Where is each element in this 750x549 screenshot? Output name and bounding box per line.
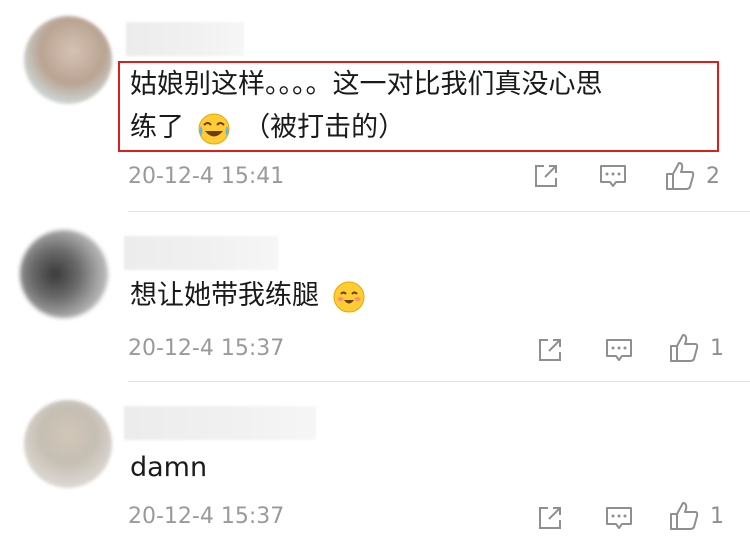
blushing-smile-emoji <box>333 281 365 312</box>
username-blurred[interactable] <box>124 406 316 440</box>
username-blurred[interactable] <box>126 22 244 56</box>
reply-icon <box>606 507 632 529</box>
reply-button[interactable] <box>604 504 634 532</box>
comment-text: 想让她带我练腿 <box>130 280 319 311</box>
like-button[interactable]: 2 <box>664 160 720 192</box>
comment-item: 姑娘别这样。。。。这一对比我们真没心思 练了 （被打击的） 20-12-4 15… <box>0 0 750 212</box>
laughing-crying-emoji <box>198 113 230 144</box>
comment-text-line: 想让她带我练腿 <box>130 274 370 318</box>
like-icon <box>666 162 695 190</box>
share-icon <box>535 165 557 187</box>
username-blurred[interactable] <box>124 236 278 270</box>
like-icon <box>670 502 699 530</box>
comment-text: 姑娘别这样。。。。这一对比我们真没心思 <box>130 69 603 100</box>
share-button[interactable] <box>536 504 564 532</box>
reply-icon <box>606 339 632 361</box>
like-count: 1 <box>710 335 724 361</box>
like-button[interactable]: 1 <box>668 500 724 532</box>
share-button[interactable] <box>536 336 564 364</box>
like-icon <box>670 334 699 362</box>
avatar[interactable] <box>24 16 112 104</box>
timestamp: 20-12-4 15:41 <box>128 164 285 189</box>
share-icon <box>539 507 561 529</box>
like-count: 1 <box>710 503 724 529</box>
reply-button[interactable] <box>604 336 634 364</box>
reply-button[interactable] <box>598 162 628 190</box>
comment-text-part: （被打击的） <box>243 112 406 143</box>
comment-item: 想让她带我练腿 20-12-4 15:37 1 <box>0 212 750 382</box>
share-icon <box>539 339 561 361</box>
comment-text-part: 练了 <box>130 112 184 143</box>
share-button[interactable] <box>532 162 560 190</box>
avatar[interactable] <box>20 230 108 318</box>
like-count: 2 <box>706 163 720 189</box>
avatar[interactable] <box>24 400 112 488</box>
timestamp: 20-12-4 15:37 <box>128 504 285 529</box>
timestamp: 20-12-4 15:37 <box>128 336 285 361</box>
comment-item: damn 20-12-4 15:37 1 <box>0 382 750 549</box>
like-button[interactable]: 1 <box>668 332 724 364</box>
comment-text: damn <box>130 452 208 483</box>
comment-text-line2: 练了 （被打击的） <box>130 106 405 150</box>
reply-icon <box>600 165 626 187</box>
